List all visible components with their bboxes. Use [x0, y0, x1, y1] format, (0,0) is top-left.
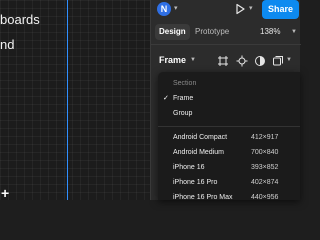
menu-item-preset[interactable]: iPhone 16 Pro 402×874 [158, 176, 300, 190]
preset-dims: 700×840 [251, 149, 279, 156]
menu-header: Section [158, 77, 300, 91]
preset-name: Android Medium [173, 149, 224, 156]
menu-separator [158, 126, 300, 127]
tab-prototype[interactable]: Prototype [195, 24, 229, 40]
frame-edge[interactable] [67, 0, 68, 200]
divider [151, 44, 301, 45]
frame-type-row: Frame ▼ ▼ [151, 52, 301, 70]
menu-item-preset[interactable]: Android Medium 700×840 [158, 146, 300, 160]
menu-item-preset[interactable]: iPhone 16 393×852 [158, 161, 300, 175]
menu-item-label: Section [173, 80, 197, 87]
preset-name: iPhone 16 Pro [173, 179, 218, 186]
preset-name: iPhone 16 Pro Max [173, 194, 233, 201]
menu-item-preset[interactable]: iPhone 16 Pro Max 440×956 [158, 191, 300, 205]
checkmark-icon: ✓ [163, 95, 169, 102]
avatar[interactable]: N [157, 2, 171, 16]
canvas-text[interactable]: nd [0, 37, 14, 52]
menu-item-frame[interactable]: ✓ Frame [158, 92, 300, 106]
preset-name: Android Compact [173, 134, 228, 141]
preset-dims: 402×874 [251, 179, 279, 186]
tab-design[interactable]: Design [155, 24, 190, 40]
menu-item-preset[interactable]: Android Compact 412×917 [158, 131, 300, 145]
frame-type-menu: Section ✓ Frame Group Android Compact 41… [158, 72, 300, 201]
share-button[interactable]: Share [262, 0, 299, 19]
menu-item-label: Group [173, 110, 193, 117]
menu-item-label: Frame [173, 95, 194, 102]
chevron-down-icon[interactable]: ▼ [286, 57, 292, 63]
frame-tool-icon[interactable] [217, 55, 229, 67]
menu-item-group[interactable]: Group [158, 107, 300, 121]
play-icon[interactable] [233, 2, 247, 16]
preset-dims: 393×852 [251, 164, 279, 171]
crosshair-icon[interactable] [236, 55, 248, 67]
canvas-text[interactable]: boards [0, 12, 40, 27]
panel-topbar: N ▾ ▾ Share [151, 0, 301, 20]
chevron-down-icon[interactable]: ▾ [174, 4, 178, 12]
chevron-down-icon[interactable]: ▾ [249, 4, 253, 12]
preset-dims: 440×956 [251, 194, 279, 201]
canvas[interactable]: boards nd + [0, 0, 150, 200]
frame-type-dropdown[interactable]: Frame [159, 55, 186, 65]
zoom-level[interactable]: 138% [260, 24, 280, 40]
panel-tabs: Design Prototype 138% ▼ [151, 24, 301, 40]
stack-icon[interactable] [272, 55, 284, 67]
preset-name: iPhone 16 [173, 164, 205, 171]
preset-dims: 412×917 [251, 134, 279, 141]
chevron-down-icon[interactable]: ▼ [190, 57, 196, 63]
plus-cursor-icon: + [1, 185, 10, 200]
half-circle-icon[interactable] [254, 55, 266, 67]
chevron-down-icon[interactable]: ▼ [291, 29, 297, 35]
